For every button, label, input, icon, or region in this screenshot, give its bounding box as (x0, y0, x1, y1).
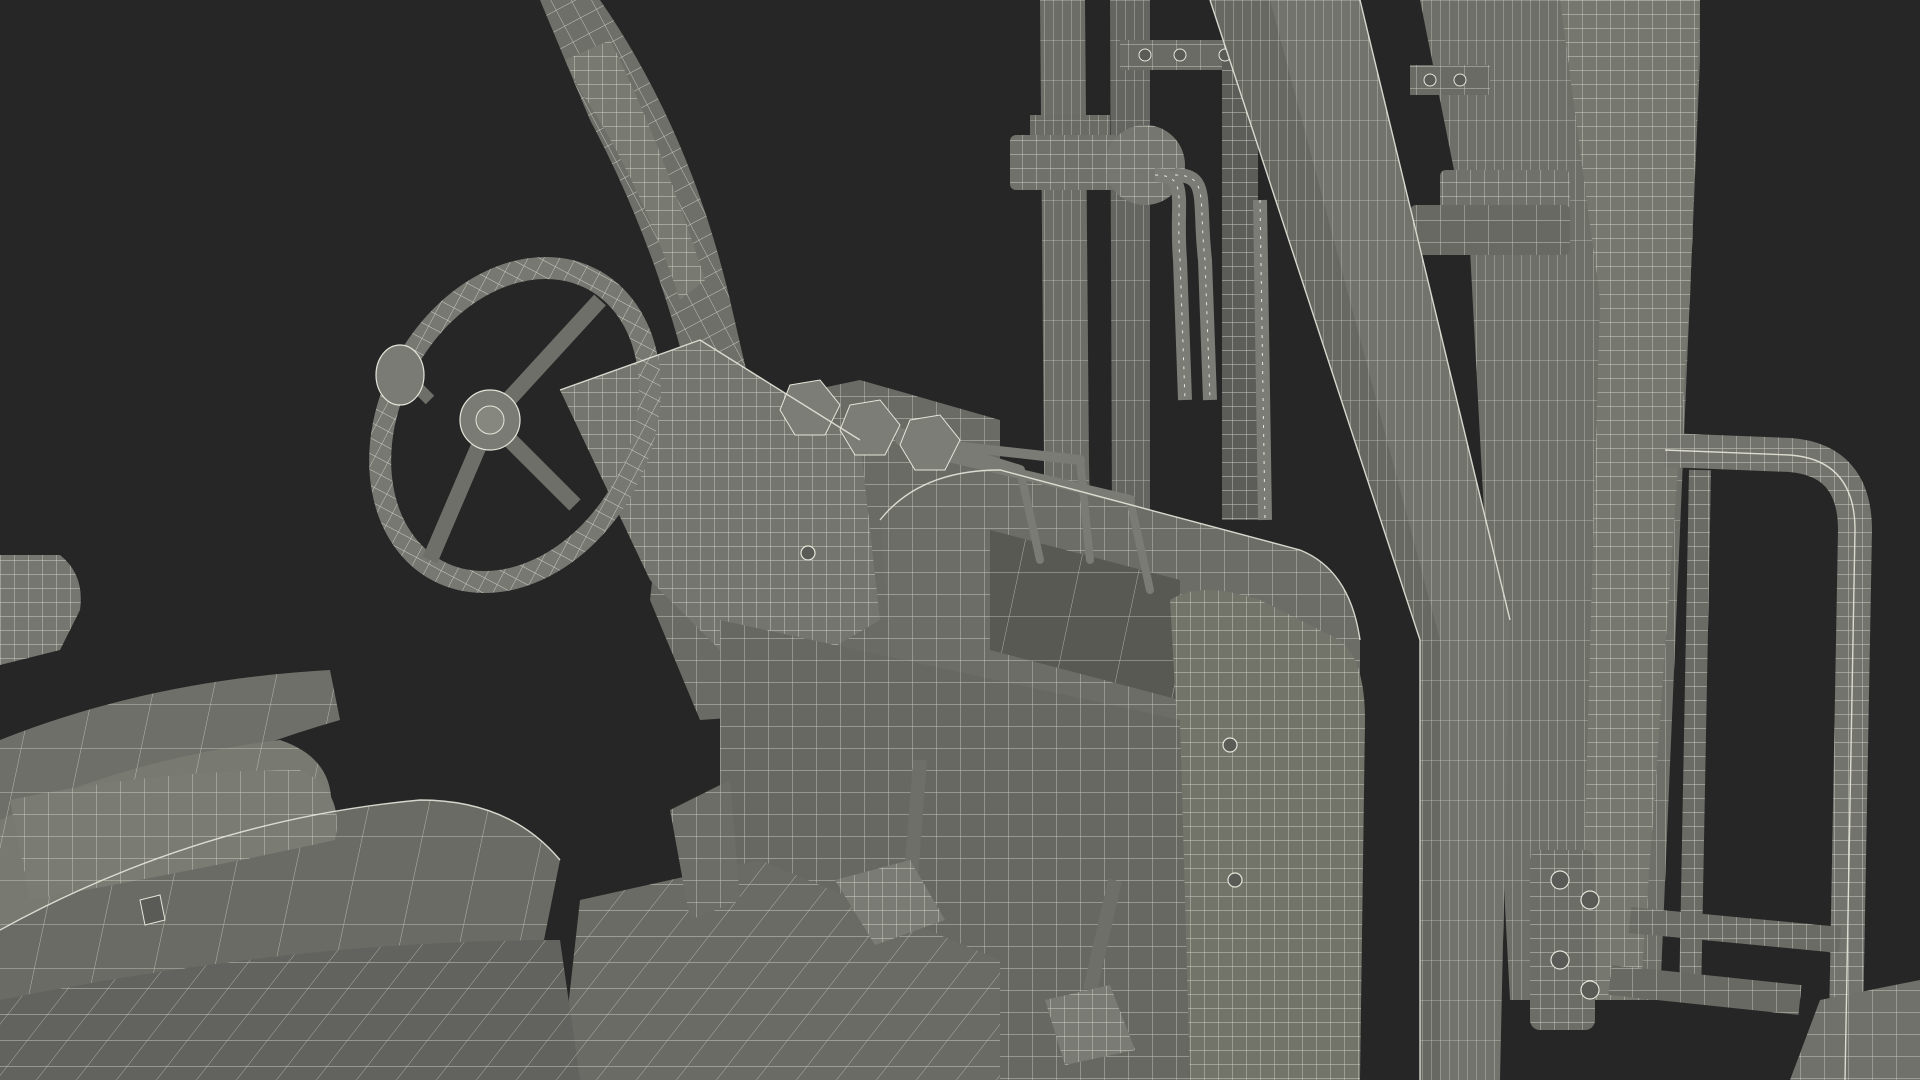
tilt-cylinder-bracket (1530, 850, 1600, 1030)
forklift-wireframe-render (0, 0, 1920, 1080)
